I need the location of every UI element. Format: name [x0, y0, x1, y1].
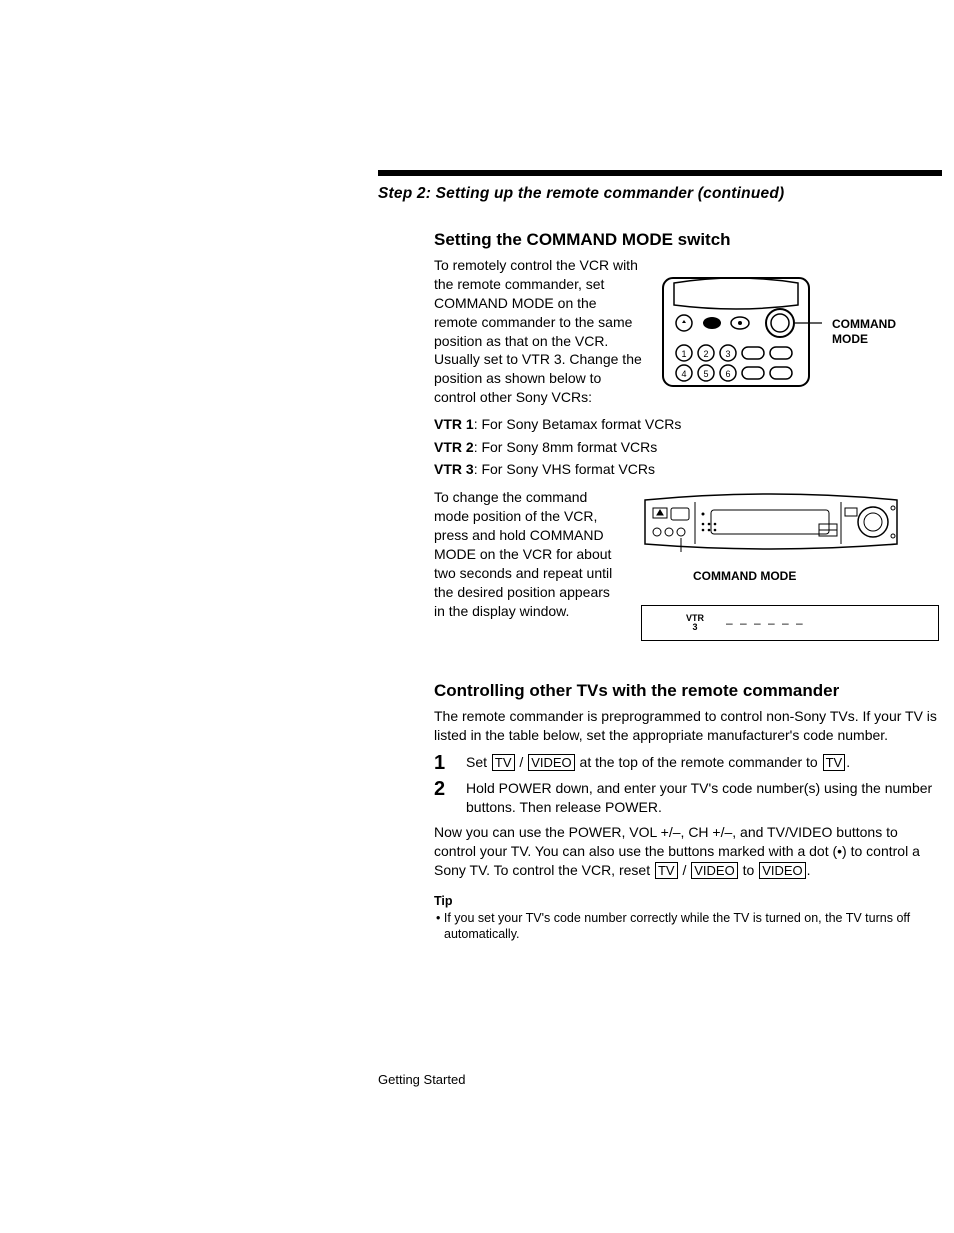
- vtr1-text: : For Sony Betamax format VCRs: [474, 416, 682, 432]
- display-vtr-bottom: 3: [686, 623, 704, 632]
- remote-label-line2: MODE: [832, 332, 896, 346]
- step-1: 1 Set TV / VIDEO at the top of the remot…: [434, 753, 939, 773]
- heading-rule: [378, 170, 942, 176]
- step-1-text: Set TV / VIDEO at the top of the remote …: [466, 753, 939, 773]
- remote-commander-figure: 1 2 3 4 5 6: [662, 256, 896, 407]
- section1-paragraph1: To remotely control the VCR with the rem…: [434, 256, 644, 407]
- step1-seg-a: Set: [466, 754, 491, 770]
- vtr3-label: VTR 3: [434, 461, 474, 477]
- after-slash: /: [679, 862, 691, 878]
- step-title: Step 2: Setting up the remote commander …: [378, 185, 784, 203]
- remote-label-line1: COMMAND: [832, 317, 896, 331]
- vcr-caption: COMMAND MODE: [693, 569, 939, 583]
- display-dashes: – – – – – –: [726, 616, 805, 630]
- step-2: 2 Hold POWER down, and enter your TV's c…: [434, 779, 939, 817]
- svg-text:5: 5: [703, 369, 708, 379]
- section2-heading: Controlling other TVs with the remote co…: [434, 681, 939, 701]
- section2-intro: The remote commander is preprogrammed to…: [434, 707, 939, 745]
- after-seg-b: .: [807, 862, 811, 878]
- vtr-list: VTR 1: For Sony Betamax format VCRs VTR …: [434, 413, 939, 480]
- section1-paragraph2: To change the command mode position of t…: [434, 488, 615, 641]
- svg-text:4: 4: [681, 369, 686, 379]
- section2-after: Now you can use the POWER, VOL +/–, CH +…: [434, 823, 939, 880]
- step-2-text: Hold POWER down, and enter your TV's cod…: [466, 779, 939, 817]
- tip-body: • If you set your TV's code number corre…: [434, 910, 939, 944]
- after-tv-key: TV: [655, 862, 678, 879]
- remote-diagram-icon: 1 2 3 4 5 6: [662, 277, 822, 387]
- vtr1-label: VTR 1: [434, 416, 474, 432]
- footer-text: Getting Started: [378, 1072, 465, 1087]
- step1-seg-b: at the top of the remote commander to: [576, 754, 822, 770]
- step1-seg-c: .: [846, 754, 850, 770]
- vtr2-label: VTR 2: [434, 439, 474, 455]
- svg-text:2: 2: [703, 349, 708, 359]
- step-1-number: 1: [434, 753, 450, 773]
- vcr-figure: COMMAND MODE VTR 3 – – – – – –: [641, 488, 939, 641]
- step-2-number: 2: [434, 779, 450, 817]
- svg-text:1: 1: [681, 349, 686, 359]
- step1-slash: /: [516, 754, 528, 770]
- vcr-display-window: VTR 3 – – – – – –: [641, 605, 939, 641]
- section1-heading: Setting the COMMAND MODE switch: [434, 230, 939, 250]
- svg-text:6: 6: [725, 369, 730, 379]
- vcr-diagram-icon: [641, 488, 901, 558]
- after-to: to: [739, 862, 758, 878]
- vtr2-text: : For Sony 8mm format VCRs: [474, 439, 658, 455]
- video-key: VIDEO: [528, 754, 574, 771]
- vtr3-text: : For Sony VHS format VCRs: [474, 461, 655, 477]
- tv-key: TV: [492, 754, 515, 771]
- display-vtr: VTR 3: [686, 614, 704, 632]
- after-video-key: VIDEO: [691, 862, 737, 879]
- svg-text:3: 3: [725, 349, 730, 359]
- after-video-key-2: VIDEO: [759, 862, 805, 879]
- tv-key-2: TV: [823, 754, 846, 771]
- remote-label: COMMAND MODE: [832, 317, 896, 346]
- tip-heading: Tip: [434, 894, 939, 908]
